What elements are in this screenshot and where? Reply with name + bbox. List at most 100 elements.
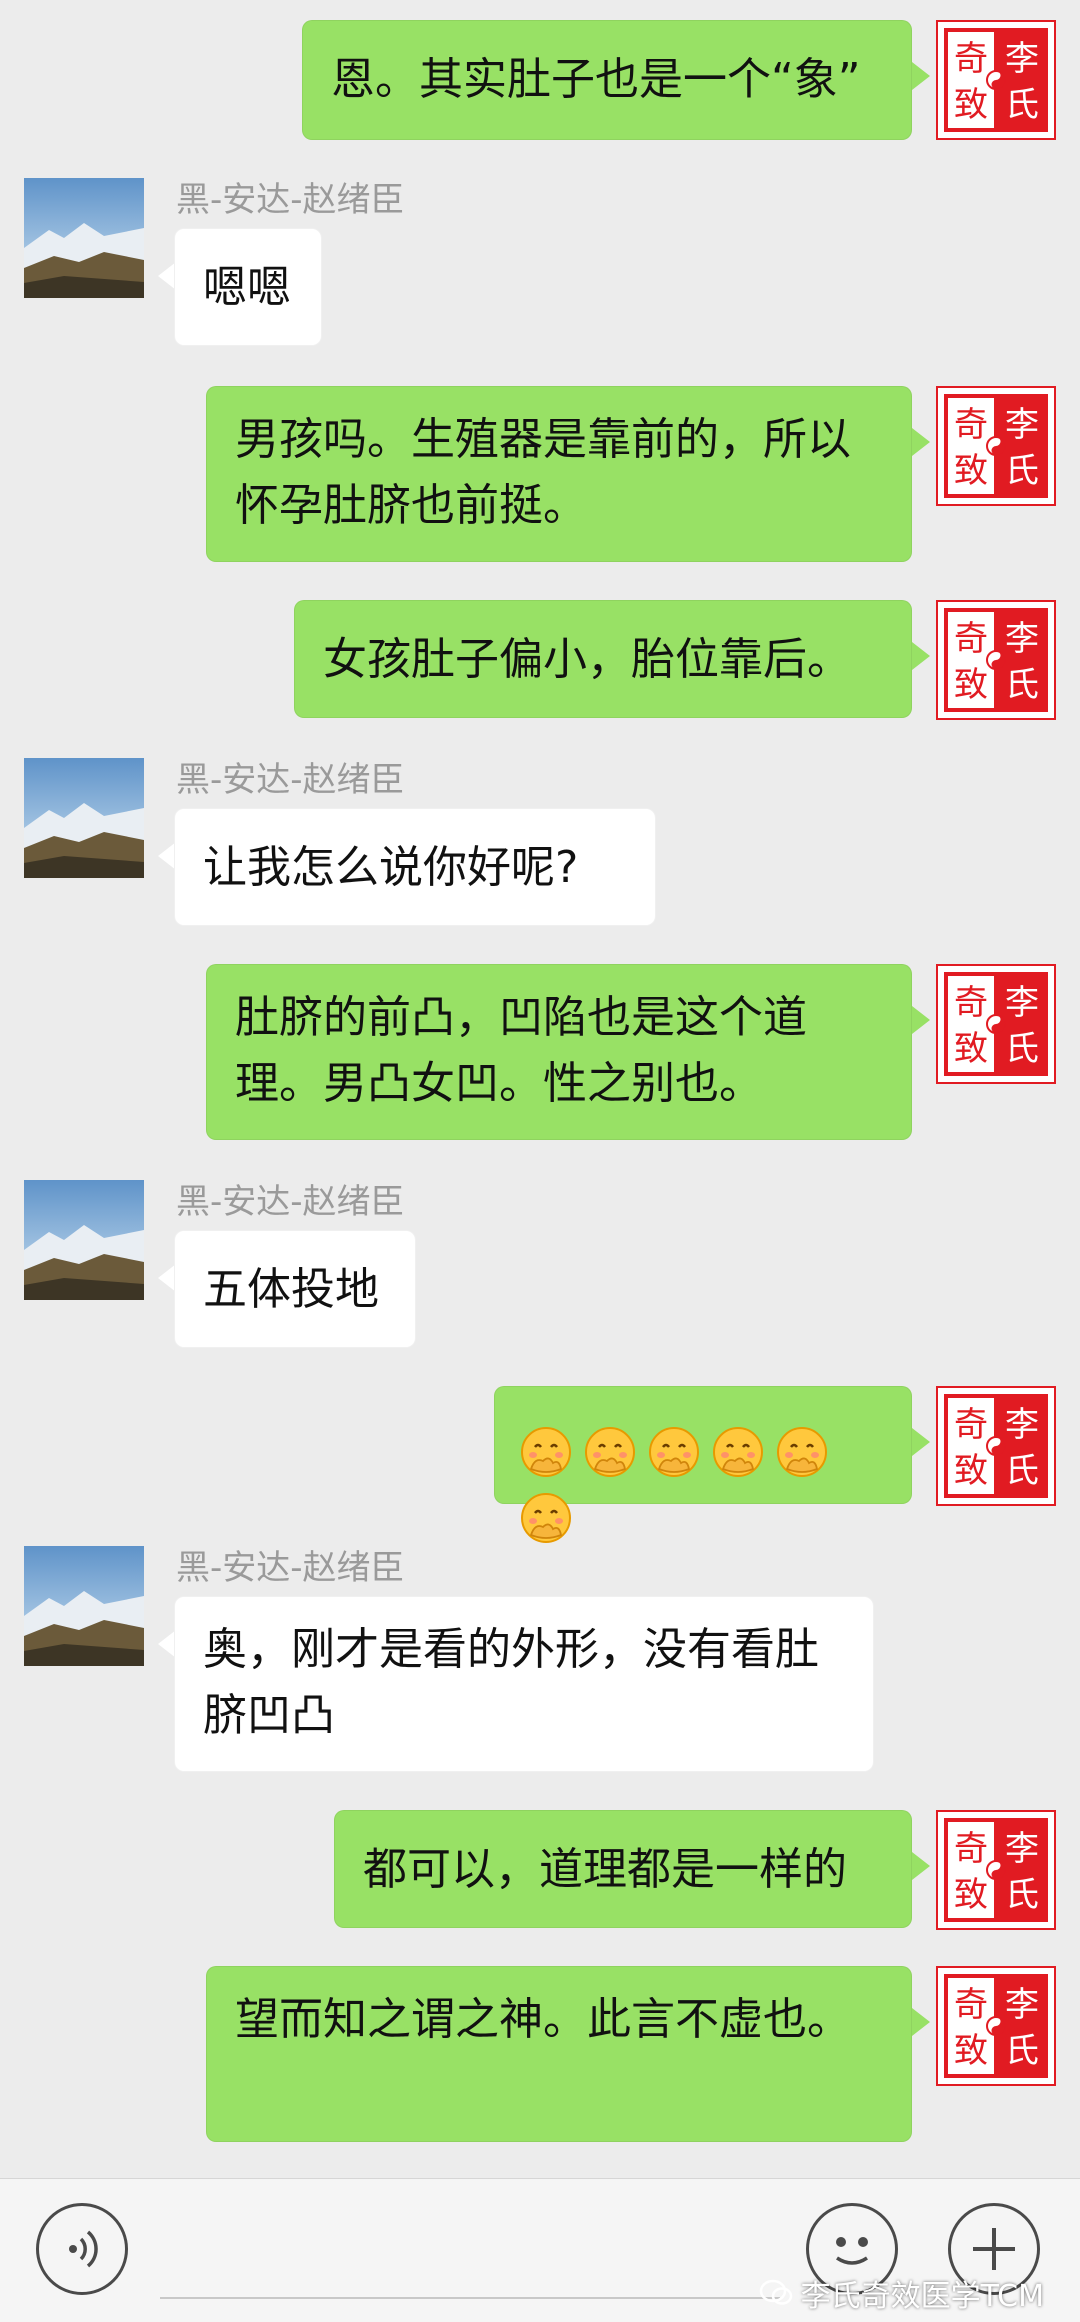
seal-logo-icon: 奇 致 李 氏: [944, 608, 1048, 712]
seal-char: 氏: [1005, 2031, 1039, 2071]
seal-char: 致: [954, 1875, 988, 1915]
seal-char: 氏: [1005, 1029, 1039, 1069]
contact-avatar[interactable]: [24, 758, 144, 878]
mountain-landscape-icon: [24, 178, 144, 298]
message-text: 嗯嗯: [203, 262, 291, 313]
seal-char: 奇: [954, 405, 988, 445]
message-text: 男孩吗。生殖器是靠前的，所以怀孕肚脐也前挺。: [235, 414, 851, 531]
seal-char: 氏: [1005, 451, 1039, 491]
seal-char: 李: [1005, 1405, 1039, 1445]
bubble-tail: [912, 1852, 930, 1880]
seal-logo-icon: 奇 致 李 氏: [944, 28, 1048, 132]
seal-char: 李: [1005, 983, 1039, 1023]
input-bar: 李氏奇效医学TCM: [0, 2178, 1080, 2322]
message-row-outgoing: 女孩肚子偏小，胎位靠后。 奇 致 李 氏: [0, 600, 1080, 720]
watermark-text: 李氏奇效医学TCM: [800, 2279, 1044, 2314]
message-row-incoming: 黑-安达-赵绪臣 五体投地: [0, 1170, 1080, 1360]
seal-logo-icon: 奇 致 李 氏: [944, 972, 1048, 1076]
message-bubble-incoming[interactable]: 五体投地: [174, 1230, 416, 1348]
message-bubble-outgoing[interactable]: 都可以，道理都是一样的: [334, 1810, 912, 1928]
bubble-tail: [912, 1428, 930, 1456]
seal-char: 李: [1005, 39, 1039, 79]
seal-char: 致: [954, 451, 988, 491]
message-text: 五体投地: [203, 1264, 379, 1315]
message-bubble-outgoing[interactable]: 肚脐的前凸，凹陷也是这个道理。男凸女凹。性之别也。: [206, 964, 912, 1140]
message-text: 恩。其实肚子也是一个“象”: [331, 54, 861, 105]
seal-logo-icon: 奇 致 李 氏: [944, 1818, 1048, 1922]
voice-icon: [69, 2230, 98, 2268]
contact-avatar[interactable]: [24, 1180, 144, 1300]
message-row-incoming: 黑-安达-赵绪臣 嗯嗯: [0, 168, 1080, 358]
contact-avatar[interactable]: [24, 1546, 144, 1666]
seal-char: 氏: [1005, 1875, 1039, 1915]
seal-char: 李: [1005, 405, 1039, 445]
bubble-tail: [912, 1006, 930, 1034]
message-bubble-outgoing[interactable]: 男孩吗。生殖器是靠前的，所以怀孕肚脐也前挺。: [206, 386, 912, 562]
message-bubble-outgoing[interactable]: [494, 1386, 912, 1543]
seal-char: 致: [954, 2031, 988, 2071]
mountain-landscape-icon: [24, 758, 144, 878]
wechat-icon: [759, 2279, 792, 2305]
seal-char: 致: [954, 85, 988, 125]
message-text: 肚脐的前凸，凹陷也是这个道理。男凸女凹。性之别也。: [235, 992, 807, 1109]
watermark: 李氏奇效医学TCM: [759, 2271, 1044, 2315]
message-text: 让我怎么说你好呢?: [203, 842, 579, 893]
message-row-outgoing: 恩。其实肚子也是一个“象” 奇 致 李 氏: [0, 20, 1080, 140]
message-row-outgoing: 男孩吗。生殖器是靠前的，所以怀孕肚脐也前挺。 奇 致 李 氏: [0, 386, 1080, 564]
seal-char: 奇: [954, 1985, 988, 2025]
message-text: 都可以，道理都是一样的: [363, 1844, 847, 1895]
seal-char: 李: [1005, 619, 1039, 659]
seal-char: 致: [954, 1029, 988, 1069]
covering-mouth-emoji: [777, 1427, 827, 1477]
seal-char: 氏: [1005, 1451, 1039, 1491]
seal-char: 致: [954, 665, 988, 705]
sender-name: 黑-安达-赵绪臣: [176, 760, 405, 800]
bubble-tail: [912, 62, 930, 90]
covering-mouth-emoji: [521, 1427, 571, 1477]
bubble-tail: [912, 428, 930, 456]
message-text: 女孩肚子偏小，胎位靠后。: [323, 634, 851, 685]
message-row-incoming: 黑-安达-赵绪臣 奥，刚才是看的外形，没有看肚脐凹凸: [0, 1536, 1080, 1786]
chat-area[interactable]: 恩。其实肚子也是一个“象” 奇 致 李 氏 黑-安达-赵绪臣 嗯嗯 男孩吗。生殖…: [0, 0, 1080, 2178]
self-avatar-seal[interactable]: 奇 致 李 氏: [936, 386, 1056, 506]
seal-char: 奇: [954, 619, 988, 659]
sender-name: 黑-安达-赵绪臣: [176, 1548, 405, 1588]
mountain-landscape-icon: [24, 1180, 144, 1300]
seal-char: 氏: [1005, 85, 1039, 125]
message-row-outgoing: 望而知之谓之神。此言不虚也。 奇 致 李 氏: [0, 1966, 1080, 2144]
message-bubble-incoming[interactable]: 让我怎么说你好呢?: [174, 808, 656, 926]
self-avatar-seal[interactable]: 奇 致 李 氏: [936, 1386, 1056, 1506]
message-bubble-outgoing[interactable]: 望而知之谓之神。此言不虚也。: [206, 1966, 912, 2142]
self-avatar-seal[interactable]: 奇 致 李 氏: [936, 1810, 1056, 1930]
covering-mouth-emoji: [713, 1427, 763, 1477]
self-avatar-seal[interactable]: 奇 致 李 氏: [936, 964, 1056, 1084]
sender-name: 黑-安达-赵绪臣: [176, 180, 405, 220]
message-text: 奥，刚才是看的外形，没有看肚脐凹凸: [203, 1624, 819, 1741]
message-row-outgoing: 肚脐的前凸，凹陷也是这个道理。男凸女凹。性之别也。 奇 致 李 氏: [0, 964, 1080, 1142]
seal-logo-icon: 奇 致 李 氏: [944, 394, 1048, 498]
seal-char: 奇: [954, 39, 988, 79]
message-bubble-incoming[interactable]: 奥，刚才是看的外形，没有看肚脐凹凸: [174, 1596, 874, 1772]
seal-char: 奇: [954, 1405, 988, 1445]
message-row-incoming: 黑-安达-赵绪臣 让我怎么说你好呢?: [0, 748, 1080, 938]
message-text: 望而知之谓之神。此言不虚也。: [235, 1994, 851, 2045]
emoji-group: [519, 1417, 887, 1549]
message-row-outgoing: 奇 致 李 氏: [0, 1386, 1080, 1543]
voice-button[interactable]: [36, 2203, 128, 2295]
message-bubble-outgoing[interactable]: 女孩肚子偏小，胎位靠后。: [294, 600, 912, 718]
seal-logo-icon: 奇 致 李 氏: [944, 1394, 1048, 1498]
seal-char: 李: [1005, 1829, 1039, 1869]
self-avatar-seal[interactable]: 奇 致 李 氏: [936, 600, 1056, 720]
seal-char: 奇: [954, 1829, 988, 1869]
seal-logo-icon: 奇 致 李 氏: [944, 1974, 1048, 2078]
bubble-tail: [912, 2008, 930, 2036]
message-bubble-outgoing[interactable]: 恩。其实肚子也是一个“象”: [302, 20, 912, 140]
contact-avatar[interactable]: [24, 178, 144, 298]
seal-char: 奇: [954, 983, 988, 1023]
message-bubble-incoming[interactable]: 嗯嗯: [174, 228, 322, 346]
self-avatar-seal[interactable]: 奇 致 李 氏: [936, 20, 1056, 140]
message-input[interactable]: [160, 2297, 780, 2299]
seal-char: 李: [1005, 1985, 1039, 2025]
bubble-tail: [912, 642, 930, 670]
self-avatar-seal[interactable]: 奇 致 李 氏: [936, 1966, 1056, 2086]
